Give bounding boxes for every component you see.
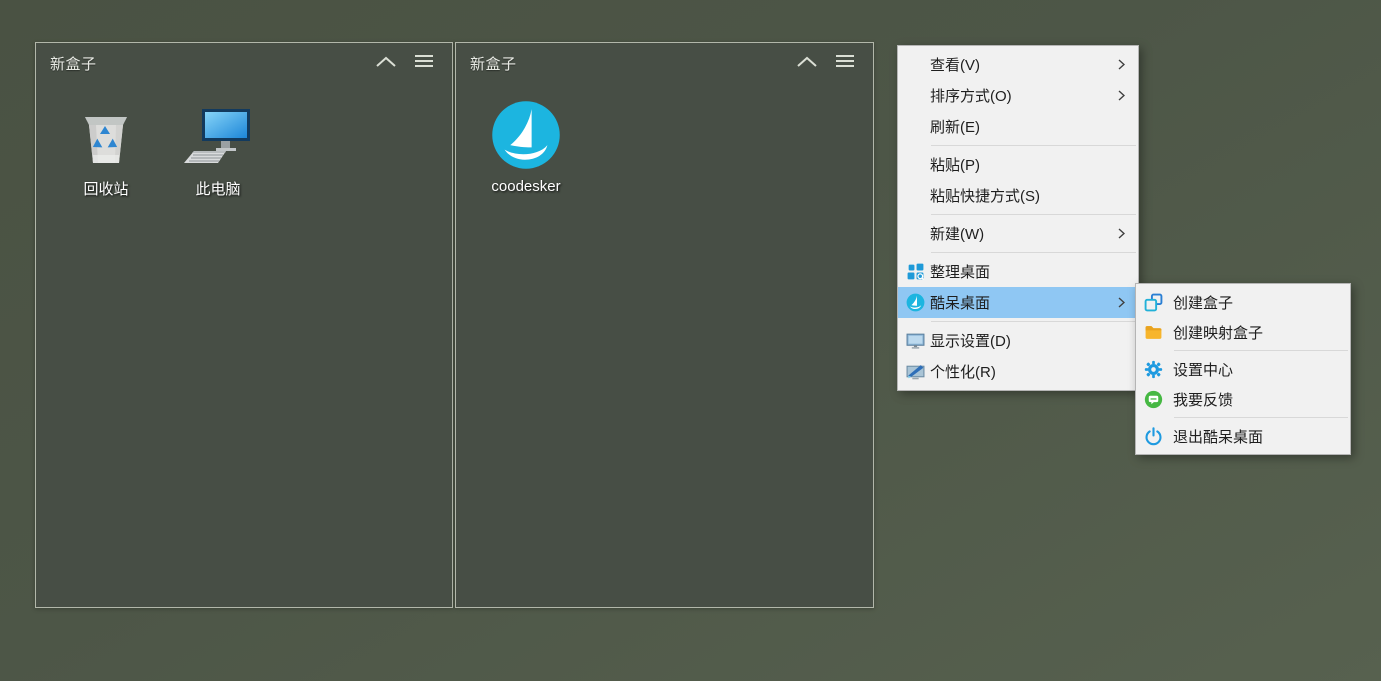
menu-item-label: 创建盒子 bbox=[1173, 292, 1324, 313]
this-pc-icon bbox=[182, 105, 254, 171]
menu-item-label: 新建(W) bbox=[930, 223, 1112, 244]
menu-item[interactable]: 排序方式(O) bbox=[898, 80, 1138, 111]
menu-item[interactable]: 设置中心 bbox=[1136, 354, 1350, 384]
menu-item-label: 酷呆桌面 bbox=[930, 292, 1112, 313]
coodesker-submenu: 创建盒子 创建映射盒子 bbox=[1135, 283, 1351, 455]
menu-item-label: 排序方式(O) bbox=[930, 85, 1112, 106]
menu-separator bbox=[1174, 350, 1348, 351]
box-title: 新盒子 bbox=[50, 53, 362, 74]
coodesker-icon bbox=[490, 105, 562, 171]
desktop-icon-label: 回收站 bbox=[83, 178, 128, 199]
hamburger-icon bbox=[835, 54, 855, 72]
recycle-bin-icon bbox=[70, 105, 142, 171]
menu-item[interactable]: 刷新(E) bbox=[898, 111, 1138, 142]
desktop-icon-label: 此电脑 bbox=[195, 178, 240, 199]
desktop-box: 新盒子 回收站 bbox=[35, 42, 453, 608]
menu-separator bbox=[931, 252, 1136, 253]
menu-item[interactable]: 个性化(R) bbox=[898, 356, 1138, 387]
menu-item[interactable]: 酷呆桌面 bbox=[898, 287, 1138, 318]
menu-item[interactable]: 我要反馈 bbox=[1136, 384, 1350, 414]
menu-item-label: 粘贴快捷方式(S) bbox=[930, 185, 1112, 206]
menu-item[interactable]: 粘贴(P) bbox=[898, 149, 1138, 180]
collapse-button[interactable] bbox=[793, 51, 821, 75]
menu-item-label: 查看(V) bbox=[930, 54, 1112, 75]
desktop-icon-this-pc[interactable]: 此电脑 bbox=[170, 105, 266, 199]
menu-item[interactable]: 查看(V) bbox=[898, 49, 1138, 80]
menu-item[interactable]: 整理桌面 bbox=[898, 256, 1138, 287]
box-content: coodesker bbox=[456, 83, 873, 195]
menu-item-label: 整理桌面 bbox=[930, 261, 1112, 282]
box-menu-button[interactable] bbox=[831, 51, 859, 75]
menu-item-label: 粘贴(P) bbox=[930, 154, 1112, 175]
chevron-up-icon bbox=[796, 55, 818, 72]
box-header: 新盒子 bbox=[36, 43, 452, 83]
chevron-up-icon bbox=[375, 55, 397, 72]
collapse-button[interactable] bbox=[372, 51, 400, 75]
menu-item-label: 刷新(E) bbox=[930, 116, 1112, 137]
organize-desktop-icon bbox=[898, 262, 930, 281]
coodesker-icon bbox=[898, 293, 930, 312]
menu-item[interactable]: 粘贴快捷方式(S) bbox=[898, 180, 1138, 211]
desktop-icon-recycle-bin[interactable]: 回收站 bbox=[58, 105, 154, 199]
submenu-arrow-icon bbox=[1112, 90, 1138, 101]
menu-item-label: 设置中心 bbox=[1173, 359, 1324, 380]
menu-item[interactable]: 新建(W) bbox=[898, 218, 1138, 249]
box-header: 新盒子 bbox=[456, 43, 873, 83]
box-content: 回收站 此电脑 bbox=[36, 83, 452, 199]
personalize-icon bbox=[898, 362, 930, 381]
desktop-context-menu: 查看(V) 排序方式(O) 刷新(E) 粘贴(P) 粘贴快捷方式(S) 新建(W) 整理桌… bbox=[897, 45, 1139, 391]
desktop-icon-coodesker[interactable]: coodesker bbox=[478, 105, 574, 195]
hamburger-icon bbox=[414, 54, 434, 72]
create-box-icon bbox=[1136, 293, 1173, 312]
menu-item-label: 我要反馈 bbox=[1173, 389, 1324, 410]
desktop-icon-label: coodesker bbox=[491, 178, 560, 195]
display-settings-icon bbox=[898, 331, 930, 350]
feedback-icon bbox=[1136, 390, 1173, 409]
menu-item-label: 显示设置(D) bbox=[930, 330, 1112, 351]
menu-item[interactable]: 退出酷呆桌面 bbox=[1136, 421, 1350, 451]
submenu-arrow-icon bbox=[1112, 59, 1138, 70]
mapped-folder-icon bbox=[1136, 323, 1173, 342]
menu-item-label: 创建映射盒子 bbox=[1173, 322, 1324, 343]
menu-separator bbox=[931, 145, 1136, 146]
menu-separator bbox=[1174, 417, 1348, 418]
menu-item[interactable]: 显示设置(D) bbox=[898, 325, 1138, 356]
desktop-box: 新盒子 coodesker bbox=[455, 42, 874, 608]
menu-separator bbox=[931, 321, 1136, 322]
menu-item-label: 退出酷呆桌面 bbox=[1173, 426, 1324, 447]
submenu-arrow-icon bbox=[1112, 228, 1138, 239]
box-title: 新盒子 bbox=[470, 53, 783, 74]
menu-separator bbox=[931, 214, 1136, 215]
power-icon bbox=[1136, 427, 1173, 446]
menu-item-label: 个性化(R) bbox=[930, 361, 1112, 382]
box-menu-button[interactable] bbox=[410, 51, 438, 75]
settings-gear-icon bbox=[1136, 360, 1173, 379]
menu-item[interactable]: 创建盒子 bbox=[1136, 287, 1350, 317]
menu-item[interactable]: 创建映射盒子 bbox=[1136, 317, 1350, 347]
